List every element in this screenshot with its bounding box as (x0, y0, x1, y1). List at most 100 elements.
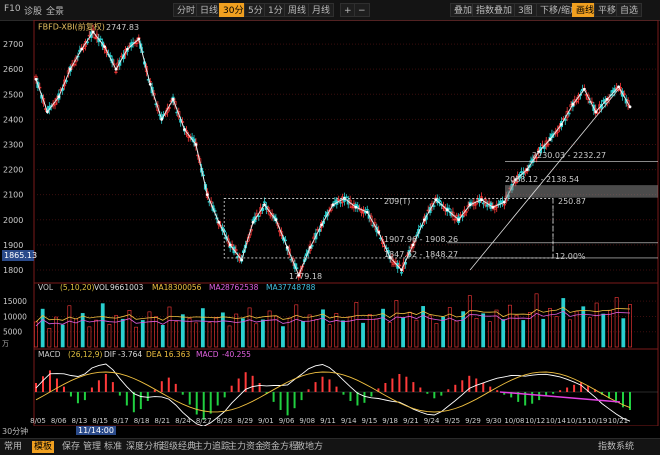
volume-bar (87, 326, 92, 348)
ma2-name: MA2 (209, 283, 226, 292)
vol-unit: 万 (2, 340, 9, 348)
x-tick-label: 9/01 (258, 417, 274, 425)
volume-bar (240, 318, 245, 348)
volume-bar (247, 307, 252, 348)
time-bar: 30分钟 11/14:00 (0, 426, 660, 438)
zigzag-point (217, 220, 221, 224)
vol-tick-label: 15000 (3, 297, 27, 306)
x-tick-label: 8/05 (30, 417, 46, 425)
y-tick-label: 2300 (3, 140, 23, 149)
volume-bar (207, 322, 212, 348)
vol-value: 9661003 (110, 283, 144, 292)
tab-manage[interactable]: 管理 (83, 441, 101, 453)
y-tick-label: 2700 (3, 40, 23, 49)
tab-fund-equation[interactable]: 资金方程 (262, 441, 298, 453)
volume-bar (594, 302, 599, 348)
volume-bar (107, 324, 112, 348)
volume-bar (474, 317, 479, 348)
volume-bar (194, 322, 199, 348)
volume-bar (568, 319, 572, 348)
volume-bar (447, 307, 452, 348)
zigzag-point (68, 67, 72, 71)
y-tick-label: 1800 (3, 266, 23, 275)
x-tick-label: 8/06 (51, 417, 67, 425)
tab-template[interactable]: 模板 (32, 441, 55, 453)
zigzag-point (377, 230, 381, 234)
macd-value: -40.255 (222, 350, 251, 359)
x-tick-label: 9/29 (465, 417, 481, 425)
x-tick-label: 8/17 (113, 417, 129, 425)
volume-bar (167, 306, 172, 348)
volume-bar (254, 323, 259, 348)
zigzag-point (468, 203, 472, 207)
volume-bar (454, 320, 459, 348)
tab-main-funds[interactable]: 主力资金 (228, 441, 264, 453)
volume-bar (321, 309, 325, 348)
volume-bar (534, 293, 539, 348)
ma2-value: 8762538 (225, 283, 259, 292)
volume-bar (220, 312, 225, 348)
dif-value: -3.764 (118, 350, 142, 359)
volume-bar (387, 321, 392, 348)
annotation-low: 1779.18 (289, 272, 322, 281)
volume-bar (341, 320, 345, 348)
tab-depth[interactable]: 深度分析 (126, 441, 162, 453)
candle-body (262, 201, 266, 203)
tab-common[interactable]: 常用 (4, 441, 22, 453)
ma1-value: 8300056 (168, 283, 202, 292)
volume-bar (307, 314, 312, 348)
vol-title: VOL (38, 283, 54, 292)
favorite-button[interactable]: 自选 (616, 3, 643, 17)
zigzag-point (502, 200, 506, 204)
index-overlay-button[interactable]: 指数叠加 (472, 3, 517, 17)
zigzag-point (491, 205, 495, 209)
index-system-button[interactable]: 指数系统 (598, 441, 634, 453)
period-tab-weekly[interactable]: 周线 (284, 3, 311, 17)
zigzag-point (103, 45, 106, 48)
x-tick-label: 10/12 (525, 417, 545, 425)
annotation-fib-3: 2088.12 - 2138.54 (505, 175, 579, 184)
tab-save[interactable]: 保存 (62, 441, 80, 453)
period-tab-monthly[interactable]: 月线 (308, 3, 335, 17)
volume-bar (461, 311, 466, 348)
y-tick-label: 2200 (3, 166, 23, 175)
tab-classic[interactable]: 超级经典 (160, 441, 196, 453)
x-tick-label: 8/18 (134, 417, 150, 425)
zigzag-point (285, 245, 289, 249)
volume-bar (47, 328, 52, 348)
volume-bar (548, 308, 552, 348)
x-tick-label: 10/15 (566, 417, 586, 425)
x-tick-label: 8/29 (237, 417, 253, 425)
volume-bar (301, 321, 305, 348)
zigzag-point (274, 218, 278, 222)
current-price-label: 1865.13 (4, 251, 37, 260)
volume-bar (160, 325, 165, 348)
volume-bar (561, 298, 566, 348)
zigzag-point (331, 203, 335, 207)
volume-bar (80, 313, 85, 348)
zigzag-point (525, 168, 529, 171)
tab-standard[interactable]: 标准 (104, 441, 122, 453)
tab-main-force[interactable]: 主力追踪 (194, 441, 230, 453)
y-tick-label: 1900 (3, 241, 23, 250)
volume-bar (174, 321, 179, 348)
volume-bar (314, 319, 319, 348)
x-tick-label: 8/27 (196, 417, 212, 425)
tab-scatter[interactable]: 散地方 (296, 441, 323, 453)
zigzag-point (354, 205, 358, 209)
volume-bar (147, 311, 152, 348)
zigzag-point (205, 193, 209, 197)
f10-link[interactable]: F10 (4, 4, 21, 14)
x-tick-label: 10/14 (546, 417, 567, 425)
multi-chart-button[interactable]: 3图 (514, 3, 537, 17)
zigzag-point (457, 218, 461, 222)
zigzag-point (263, 203, 266, 207)
overview-link[interactable]: 全景 (46, 4, 64, 17)
volume-bar (581, 306, 586, 348)
chart-area[interactable]: 1800 1900 2000 2100 2200 2300 2400 2500 2600 2700… (0, 20, 660, 426)
volume-bar (361, 322, 365, 348)
candle-body (432, 205, 436, 207)
minus-button[interactable]: − (354, 3, 370, 17)
diagnose-link[interactable]: 诊股 (24, 4, 42, 17)
annotation-250: 250.87 (558, 197, 586, 206)
